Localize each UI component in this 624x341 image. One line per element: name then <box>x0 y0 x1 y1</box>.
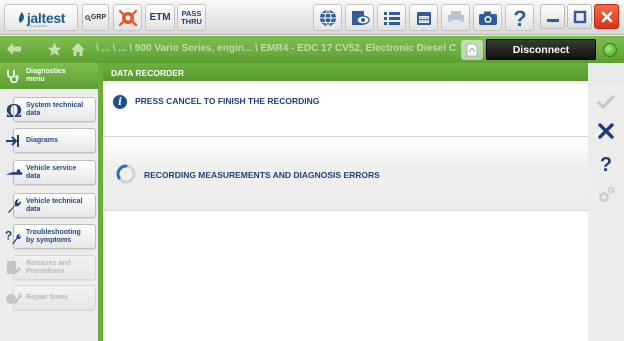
repair-times-icon <box>5 289 23 307</box>
grp-button[interactable]: GRP <box>82 4 109 31</box>
sidebar-item-label: Repair times <box>26 293 69 301</box>
help-side-button[interactable]: ? <box>594 153 618 175</box>
sidebar-item-troubleshooting[interactable]: ? Troubleshooting by symptoms <box>5 224 96 249</box>
sidebar-item-diagrams[interactable]: Diagrams <box>6 128 96 153</box>
list-button[interactable] <box>377 4 406 31</box>
sidebar-item-releases-and-procedures[interactable]: Releases and Procedures <box>7 255 96 280</box>
monitor-eye-icon <box>351 10 370 25</box>
question-icon: ? <box>513 7 526 29</box>
etm-button[interactable]: ETM <box>145 4 175 31</box>
help-question-icon: ? <box>600 154 612 174</box>
navigation-bar: \ ... \ ... \ 900 Vario Series, engin...… <box>0 36 624 63</box>
breadcrumb: \ ... \ ... \ 900 Vario Series, engin...… <box>96 43 456 54</box>
web-button[interactable] <box>313 4 342 31</box>
info-message: PRESS CANCEL TO FINISH THE RECORDING <box>135 96 320 106</box>
maximize-icon <box>573 10 586 23</box>
accept-button[interactable] <box>594 91 618 113</box>
camera-icon <box>478 11 497 25</box>
loading-spinner-icon <box>116 164 136 184</box>
diagnostics-menu-header[interactable]: Diagnostics menu <box>0 63 98 89</box>
sidebar: Diagnostics menu Ω System technical data D… <box>0 63 103 341</box>
status-message: RECORDING MEASUREMENTS AND DIAGNOSIS ERR… <box>144 170 380 180</box>
info-icon: i <box>113 95 127 109</box>
logo-mark-icon <box>18 11 24 23</box>
home-icon[interactable] <box>70 42 86 57</box>
grp-label: GRP <box>90 14 107 21</box>
sidebar-item-label: Vehicle service data <box>26 164 77 180</box>
sidebar-item-label: System technical data <box>26 101 84 117</box>
sidebar-item-label: Releases and Procedures <box>26 259 71 275</box>
releases-icon <box>5 259 23 277</box>
scanner-button[interactable] <box>113 4 142 31</box>
minimize-icon <box>546 18 559 22</box>
wrench-icon <box>5 197 23 215</box>
diagnostics-menu-label: Diagnostics menu <box>26 68 66 83</box>
disconnect-button[interactable]: Disconnect <box>486 39 596 60</box>
document-button[interactable] <box>461 40 483 60</box>
back-arrow-icon[interactable] <box>6 42 22 56</box>
sidebar-item-vehicle-technical-data[interactable]: Vehicle technical data <box>8 193 96 218</box>
page-title: DATA RECORDER <box>103 63 588 81</box>
jaltest-logo: jaltest by ALLEGRO <box>4 4 78 31</box>
stethoscope-icon <box>7 70 19 84</box>
print-button[interactable] <box>441 4 470 31</box>
globe-icon <box>319 9 336 26</box>
document-icon <box>466 43 478 57</box>
star-icon[interactable] <box>47 42 62 57</box>
cancel-button[interactable] <box>594 120 618 142</box>
calendar-button[interactable] <box>409 4 438 31</box>
svg-text:Ω: Ω <box>6 101 22 119</box>
close-button[interactable] <box>594 4 619 29</box>
etm-label: ETM <box>149 12 171 23</box>
top-toolbar: jaltest by ALLEGRO GRP ETM PASS THRU ? <box>0 0 624 35</box>
close-icon <box>601 11 612 22</box>
cancel-x-icon <box>598 123 614 139</box>
help-button[interactable]: ? <box>505 4 534 31</box>
view-button[interactable] <box>345 4 374 31</box>
action-rail: ? <box>588 87 624 341</box>
troubleshooting-icon: ? <box>5 228 23 246</box>
main-panel: DATA RECORDER i PRESS CANCEL TO FINISH T… <box>103 63 588 341</box>
omega-icon: Ω <box>5 101 23 119</box>
sidebar-item-label: Diagrams <box>26 136 58 144</box>
gears-icon <box>599 186 615 202</box>
pass-thru-button[interactable]: PASS THRU <box>177 4 206 31</box>
checkmark-icon <box>597 95 615 109</box>
sidebar-item-repair-times[interactable]: Repair times <box>6 285 96 310</box>
screenshot-button[interactable] <box>473 4 502 31</box>
sidebar-item-label: Troubleshooting by symptoms <box>26 228 81 244</box>
diagram-arrow-icon <box>5 132 23 150</box>
svg-text:?: ? <box>5 229 12 242</box>
sidebar-item-vehicle-service-data[interactable]: Vehicle service data <box>5 160 96 185</box>
service-icon <box>5 164 23 182</box>
svg-text:?: ? <box>513 7 526 29</box>
minimize-button[interactable] <box>540 4 565 29</box>
sidebar-item-system-technical-data[interactable]: Ω System technical data <box>6 97 96 122</box>
sidebar-item-label: Vehicle technical data <box>26 197 83 213</box>
info-row: i PRESS CANCEL TO FINISH THE RECORDING <box>103 81 588 137</box>
calendar-icon <box>416 11 431 25</box>
printer-icon <box>447 10 464 25</box>
connection-status-icon <box>603 43 617 57</box>
maximize-button[interactable] <box>567 4 592 29</box>
svg-text:?: ? <box>600 154 612 174</box>
logo-subtext: by ALLEGRO <box>29 24 48 28</box>
settings-button[interactable] <box>594 184 618 206</box>
vehicle-scan-icon <box>118 9 137 26</box>
list-icon <box>383 11 400 25</box>
pass-thru-label: PASS THRU <box>181 8 202 26</box>
